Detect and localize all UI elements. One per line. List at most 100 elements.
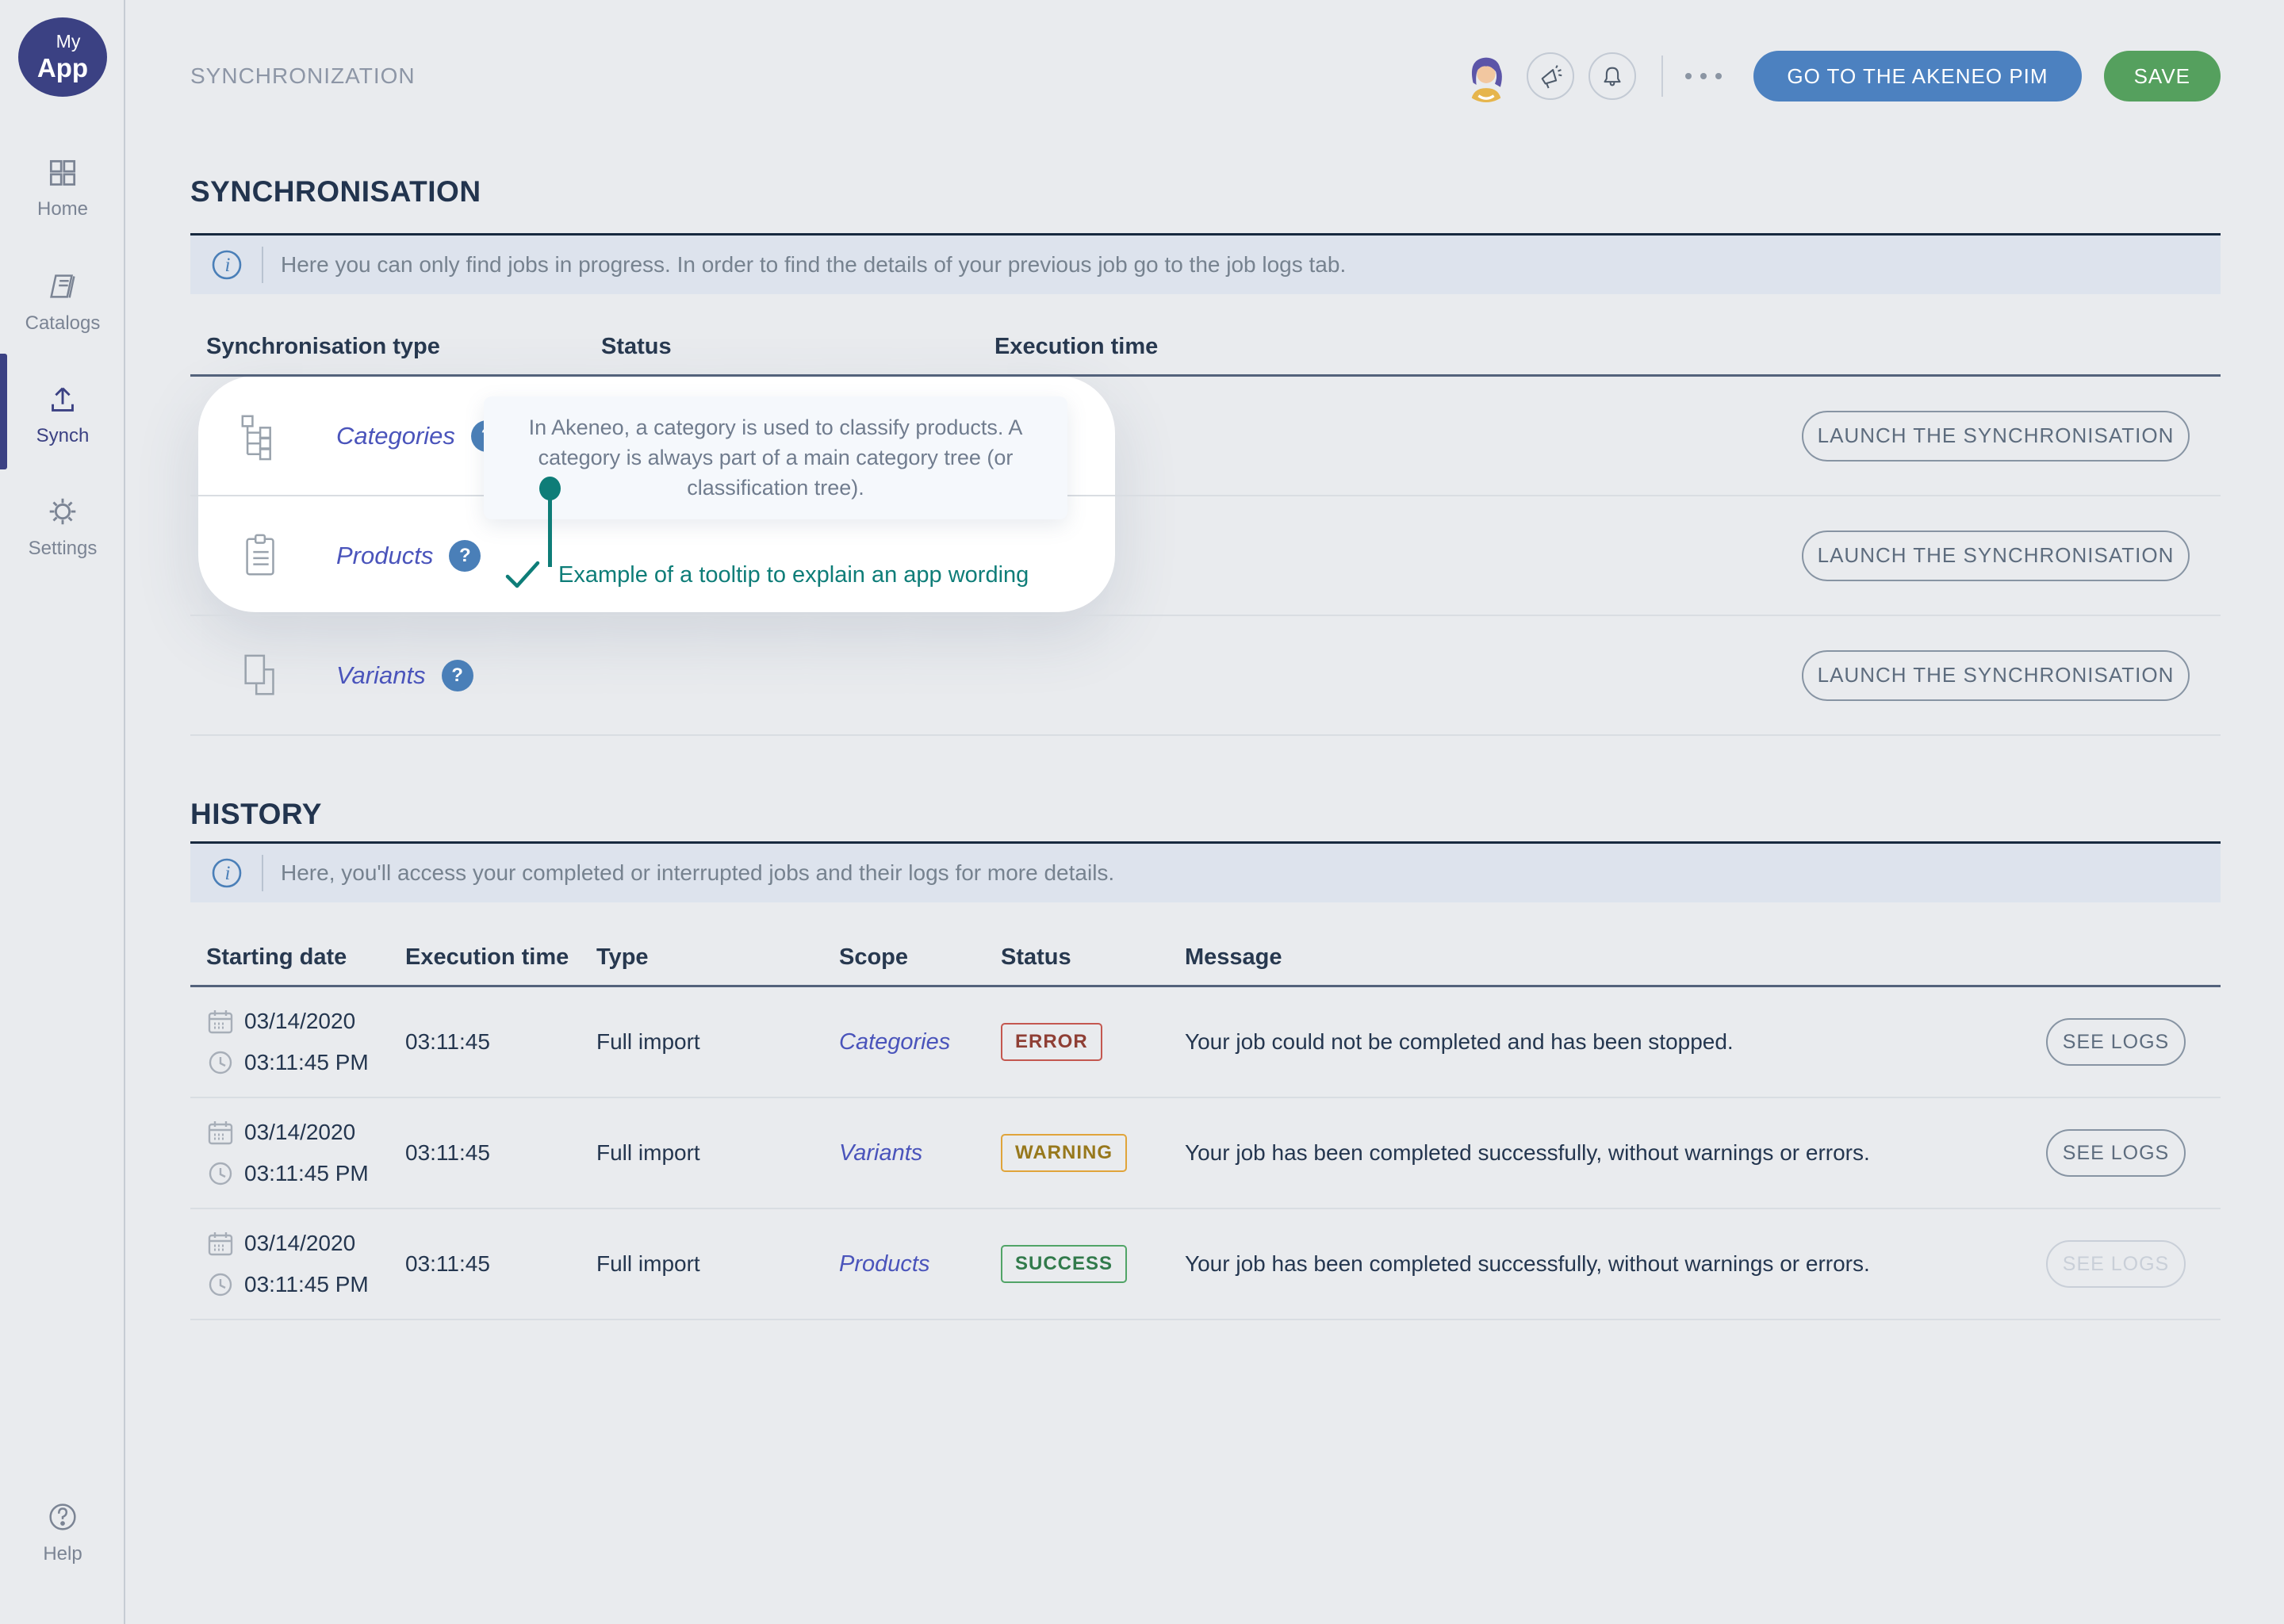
page-title: SYNCHRONIZATION bbox=[190, 63, 416, 89]
history-scope-link[interactable]: Variants bbox=[839, 1140, 1001, 1166]
app-logo-line1: My bbox=[56, 31, 81, 52]
svg-text:i: i bbox=[225, 863, 231, 884]
sidebar-item-label: Help bbox=[43, 1543, 82, 1565]
banner-divider bbox=[262, 247, 263, 283]
variants-squares-icon bbox=[238, 651, 289, 700]
column-scope: Scope bbox=[839, 944, 1001, 971]
column-type: Type bbox=[596, 944, 839, 971]
topbar-actions: GO TO THE AKENEO PIM SAVE bbox=[1460, 50, 2221, 102]
history-message: Your job could not be completed and has … bbox=[1185, 1029, 2046, 1055]
home-grid-icon bbox=[45, 155, 80, 190]
tooltip-caption-text: Example of a tooltip to explain an app w… bbox=[558, 562, 1029, 588]
sync-row-label-products[interactable]: Products bbox=[336, 542, 433, 570]
history-info-banner: i Here, you'll access your completed or … bbox=[190, 841, 2221, 902]
app-logo-line2: App bbox=[37, 53, 88, 83]
svg-text:i: i bbox=[225, 255, 231, 276]
history-table-header: Starting date Execution time Type Scope … bbox=[190, 902, 2221, 985]
sidebar-item-label: Settings bbox=[29, 538, 98, 560]
info-icon: i bbox=[209, 247, 244, 282]
history-starting-date: 03/14/2020 bbox=[244, 1009, 355, 1034]
see-logs-button-disabled: SEE LOGS bbox=[2046, 1240, 2186, 1288]
topbar-divider bbox=[1661, 56, 1663, 97]
launch-sync-variants-button[interactable]: LAUNCH THE SYNCHRONISATION bbox=[1802, 650, 2190, 701]
help-question-icon bbox=[44, 1499, 81, 1535]
status-badge-success: SUCCESS bbox=[1001, 1245, 1127, 1283]
settings-gear-icon bbox=[44, 493, 81, 530]
history-row: 03/14/2020 03:11:45 PM 03:11:45 Full imp… bbox=[190, 987, 2221, 1098]
launch-sync-categories-button[interactable]: LAUNCH THE SYNCHRONISATION bbox=[1802, 411, 2190, 462]
column-status: Status bbox=[1001, 944, 1185, 971]
sync-info-banner: i Here you can only find jobs in progres… bbox=[190, 233, 2221, 294]
history-section-title: HISTORY bbox=[190, 797, 2221, 832]
tooltip-caption: Example of a tooltip to explain an app w… bbox=[504, 560, 1029, 590]
sidebar-item-help[interactable]: Help bbox=[0, 1499, 125, 1565]
history-scope-link[interactable]: Categories bbox=[839, 1029, 1001, 1055]
clock-icon bbox=[206, 1159, 235, 1188]
clock-icon bbox=[206, 1270, 235, 1299]
main-content: SYNCHRONIZATION bbox=[125, 0, 2284, 1624]
variants-help-badge[interactable]: ? bbox=[442, 660, 473, 691]
save-button[interactable]: SAVE bbox=[2104, 51, 2221, 102]
history-message: Your job has been completed successfully… bbox=[1185, 1251, 2046, 1277]
tooltip-pointer-dot bbox=[539, 477, 561, 500]
history-type: Full import bbox=[596, 1140, 839, 1166]
products-clipboard-icon bbox=[238, 531, 289, 580]
info-icon: i bbox=[209, 856, 244, 891]
history-execution-time: 03:11:45 bbox=[405, 1029, 596, 1055]
catalogs-book-icon bbox=[44, 268, 81, 304]
history-starting-time: 03:11:45 PM bbox=[244, 1050, 369, 1075]
topbar: SYNCHRONIZATION bbox=[190, 46, 2221, 106]
column-starting-date: Starting date bbox=[206, 944, 405, 971]
notifications-button[interactable] bbox=[1588, 52, 1636, 100]
sidebar-item-catalogs[interactable]: Catalogs bbox=[0, 268, 125, 335]
bell-icon bbox=[1597, 61, 1627, 91]
user-avatar[interactable] bbox=[1460, 50, 1512, 102]
check-icon bbox=[504, 560, 541, 590]
status-badge-warning: WARNING bbox=[1001, 1134, 1127, 1172]
products-help-badge[interactable]: ? bbox=[449, 540, 481, 572]
column-synchronisation-type: Synchronisation type bbox=[206, 334, 601, 360]
see-logs-button[interactable]: SEE LOGS bbox=[2046, 1018, 2186, 1066]
sidebar-item-home[interactable]: Home bbox=[0, 155, 125, 220]
see-logs-button[interactable]: SEE LOGS bbox=[2046, 1129, 2186, 1177]
sync-info-text: Here you can only find jobs in progress.… bbox=[281, 252, 1346, 278]
history-starting-time: 03:11:45 PM bbox=[244, 1161, 369, 1186]
tooltip-bubble: In Akeneo, a category is used to classif… bbox=[484, 396, 1067, 519]
history-execution-time: 03:11:45 bbox=[405, 1251, 596, 1277]
categories-tree-icon bbox=[238, 412, 289, 461]
sidebar-item-synch[interactable]: Synch bbox=[0, 381, 125, 447]
history-starting-time: 03:11:45 PM bbox=[244, 1272, 369, 1297]
history-type: Full import bbox=[596, 1029, 839, 1055]
history-execution-time: 03:11:45 bbox=[405, 1140, 596, 1166]
history-message: Your job has been completed successfully… bbox=[1185, 1140, 2046, 1166]
overflow-menu-icon[interactable] bbox=[1685, 73, 1722, 79]
sync-row-label-categories[interactable]: Categories bbox=[336, 422, 455, 450]
history-scope-link[interactable]: Products bbox=[839, 1251, 1001, 1277]
clock-icon bbox=[206, 1048, 235, 1077]
sidebar-item-label: Catalogs bbox=[25, 312, 101, 335]
sync-section-title: SYNCHRONISATION bbox=[190, 174, 2221, 209]
sync-row-label-variants[interactable]: Variants bbox=[336, 661, 426, 690]
history-starting-date: 03/14/2020 bbox=[244, 1231, 355, 1256]
column-execution-time: Execution time bbox=[994, 334, 1800, 360]
go-to-pim-button[interactable]: GO TO THE AKENEO PIM bbox=[1753, 51, 2081, 102]
tooltip-pointer-line bbox=[548, 499, 552, 567]
synch-upload-icon bbox=[44, 381, 81, 417]
history-info-text: Here, you'll access your completed or in… bbox=[281, 860, 1114, 886]
history-type: Full import bbox=[596, 1251, 839, 1277]
calendar-icon bbox=[206, 1118, 235, 1147]
banner-divider bbox=[262, 855, 263, 891]
calendar-icon bbox=[206, 1229, 235, 1258]
sync-table-header: Synchronisation type Status Execution ti… bbox=[190, 294, 2221, 374]
app-logo: My App bbox=[18, 17, 107, 97]
announcements-button[interactable] bbox=[1527, 52, 1574, 100]
history-row: 03/14/2020 03:11:45 PM 03:11:45 Full imp… bbox=[190, 1209, 2221, 1320]
history-table: Starting date Execution time Type Scope … bbox=[190, 902, 2221, 1320]
sidebar-item-settings[interactable]: Settings bbox=[0, 493, 125, 560]
sidebar-item-label: Home bbox=[37, 198, 88, 220]
status-badge-error: ERROR bbox=[1001, 1023, 1102, 1061]
launch-sync-products-button[interactable]: LAUNCH THE SYNCHRONISATION bbox=[1802, 530, 2190, 581]
column-message: Message bbox=[1185, 944, 2046, 971]
column-status: Status bbox=[601, 334, 994, 360]
column-execution-time: Execution time bbox=[405, 944, 596, 971]
